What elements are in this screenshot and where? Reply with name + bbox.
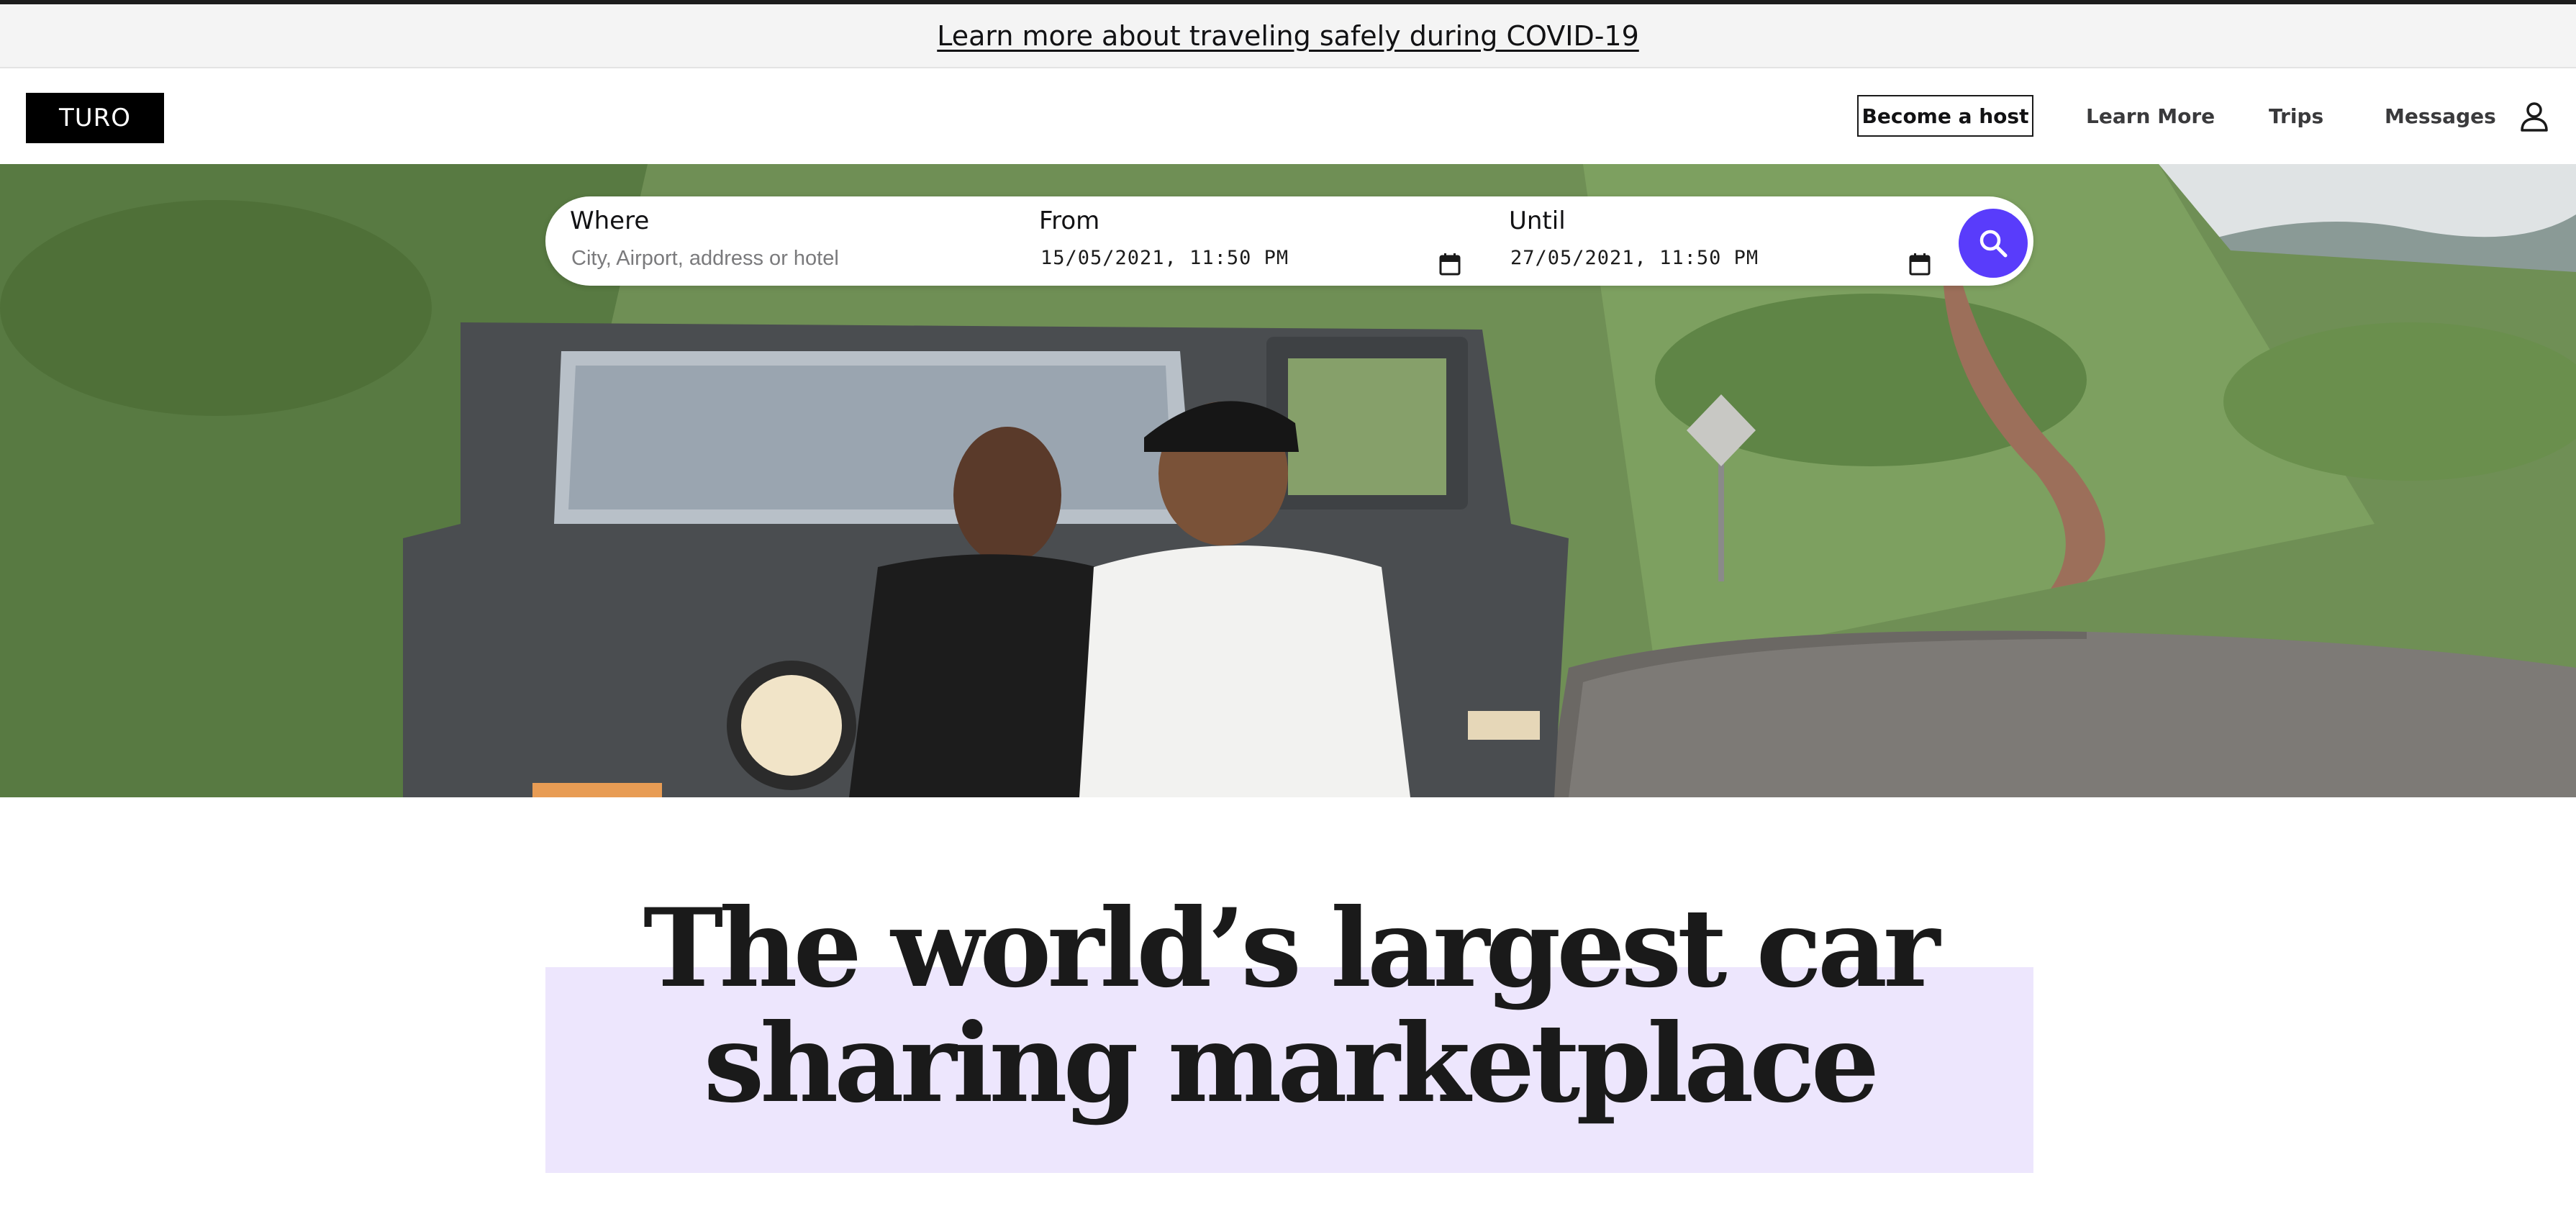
- until-field: Until: [1484, 196, 1959, 286]
- where-field: Where: [545, 196, 1020, 286]
- headline-line-1: The world’s largest car: [643, 885, 1940, 1012]
- turo-logo[interactable]: TURO: [26, 93, 164, 143]
- trips-link[interactable]: Trips: [2269, 95, 2323, 137]
- user-icon[interactable]: [2520, 101, 2549, 132]
- where-label: Where: [570, 207, 650, 235]
- search-bar: Where From Until: [545, 196, 2033, 286]
- from-date-input[interactable]: [1040, 247, 1443, 269]
- from-label: From: [1039, 207, 1100, 235]
- hero-banner: Where From Until: [0, 164, 2576, 797]
- covid-info-link[interactable]: Learn more about traveling safely during…: [937, 20, 1639, 52]
- until-date-input[interactable]: [1510, 247, 1913, 269]
- covid-banner: Learn more about traveling safely during…: [0, 4, 2576, 68]
- from-field: From: [1015, 196, 1489, 286]
- messages-link[interactable]: Messages: [2385, 95, 2496, 137]
- headline-line-2: sharing marketplace: [703, 1000, 1879, 1127]
- page-headline: The world’s largest car sharing marketpl…: [545, 891, 2033, 1121]
- calendar-icon[interactable]: [1439, 253, 1461, 276]
- calendar-icon[interactable]: [1909, 253, 1931, 276]
- header-nav: TURO Become a host Learn More Trips Mess…: [0, 68, 2576, 164]
- search-button[interactable]: [1959, 209, 2028, 278]
- until-label: Until: [1509, 207, 1566, 235]
- search-icon: [1979, 230, 2008, 258]
- where-input[interactable]: [571, 247, 989, 271]
- become-host-button[interactable]: Become a host: [1857, 95, 2033, 137]
- headline-section: The world’s largest car sharing marketpl…: [0, 797, 2576, 1219]
- learn-more-link[interactable]: Learn More: [2086, 95, 2215, 137]
